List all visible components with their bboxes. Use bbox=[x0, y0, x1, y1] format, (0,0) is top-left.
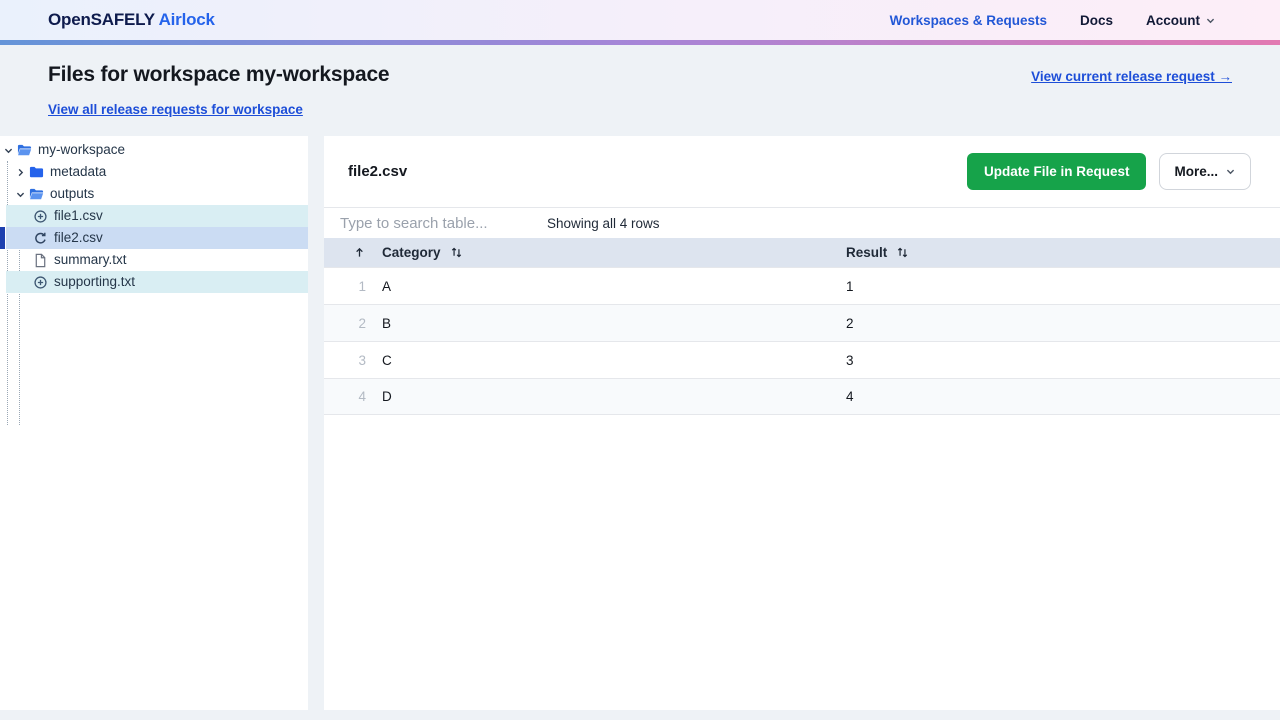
navbar: OpenSAFELY Airlock Workspaces & Requests… bbox=[0, 0, 1280, 40]
row-index: 4 bbox=[324, 389, 374, 404]
chevron-right-icon bbox=[15, 167, 26, 178]
tree-item-label: supporting.txt bbox=[54, 271, 135, 293]
folder-icon bbox=[29, 165, 44, 180]
tree-item-label: summary.txt bbox=[54, 249, 127, 271]
tree-item-file1-csv[interactable]: file1.csv bbox=[6, 205, 308, 227]
page-header: Files for workspace my-workspace View al… bbox=[0, 45, 1280, 136]
brand-accent: Airlock bbox=[159, 10, 215, 29]
folder-open-icon bbox=[29, 187, 44, 202]
navbar-links: Workspaces & Requests Docs Account bbox=[890, 13, 1216, 28]
tree-item-label: outputs bbox=[50, 183, 94, 205]
chevron-down-icon bbox=[1205, 15, 1216, 26]
cell-category: D bbox=[374, 389, 840, 404]
row-count-status: Showing all 4 rows bbox=[547, 216, 660, 231]
tree-item-outputs[interactable]: outputs bbox=[0, 183, 308, 205]
tree-item-summary-txt[interactable]: summary.txt bbox=[0, 249, 308, 271]
cell-category: A bbox=[374, 279, 840, 294]
tree-item-label: my-workspace bbox=[38, 139, 125, 161]
column-header-category: Category bbox=[374, 245, 840, 260]
sort-by-category[interactable]: Category bbox=[382, 245, 463, 260]
tree-item-label: file1.csv bbox=[54, 205, 103, 227]
sort-both-icon bbox=[450, 246, 463, 259]
column-header-index[interactable] bbox=[324, 246, 374, 259]
file-actions: Update File in Request More... bbox=[967, 153, 1251, 190]
file-panel-header: file2.csv Update File in Request More... bbox=[324, 136, 1280, 207]
app-logo[interactable]: OpenSAFELY Airlock bbox=[48, 10, 215, 30]
nav-account-label: Account bbox=[1146, 13, 1200, 28]
more-menu-label: More... bbox=[1174, 164, 1218, 179]
view-current-release-request-link[interactable]: View current release request → bbox=[1031, 69, 1232, 84]
tree-item-file2-csv[interactable]: file2.csv bbox=[6, 227, 308, 249]
row-index: 2 bbox=[324, 316, 374, 331]
refresh-icon bbox=[33, 231, 48, 246]
row-index: 1 bbox=[324, 279, 374, 294]
cell-result: 3 bbox=[840, 353, 1280, 368]
cell-result: 4 bbox=[840, 389, 1280, 404]
sort-both-icon bbox=[896, 246, 909, 259]
table-search-input[interactable] bbox=[340, 215, 531, 232]
more-menu-button[interactable]: More... bbox=[1159, 153, 1251, 190]
chevron-down-icon bbox=[1225, 166, 1236, 177]
table-row: 4 D 4 bbox=[324, 378, 1280, 415]
file-tree-panel: my-workspace metadata outputs bbox=[0, 136, 308, 710]
document-icon bbox=[33, 253, 48, 268]
sort-by-result[interactable]: Result bbox=[846, 245, 909, 260]
brand-primary: OpenSAFELY bbox=[48, 10, 155, 29]
tree-item-metadata[interactable]: metadata bbox=[0, 161, 308, 183]
circle-plus-icon bbox=[33, 209, 48, 224]
update-file-button[interactable]: Update File in Request bbox=[967, 153, 1147, 190]
cell-category: B bbox=[374, 316, 840, 331]
table-toolbar: Showing all 4 rows bbox=[324, 208, 1280, 238]
column-header-result: Result bbox=[840, 245, 1280, 260]
tree-item-supporting-txt[interactable]: supporting.txt bbox=[6, 271, 308, 293]
nav-account-menu[interactable]: Account bbox=[1146, 13, 1216, 28]
table-row: 3 C 3 bbox=[324, 341, 1280, 378]
table-header-row: Category Result bbox=[324, 238, 1280, 267]
sort-ascending-icon bbox=[353, 246, 366, 259]
folder-open-icon bbox=[17, 143, 32, 158]
file-tree: my-workspace metadata outputs bbox=[0, 136, 308, 293]
table-row: 2 B 2 bbox=[324, 304, 1280, 341]
cell-result: 2 bbox=[840, 316, 1280, 331]
chevron-down-icon bbox=[15, 189, 26, 200]
circle-plus-icon bbox=[33, 275, 48, 290]
file-title: file2.csv bbox=[348, 163, 407, 180]
content-area: my-workspace metadata outputs bbox=[0, 136, 1280, 710]
tree-item-label: file2.csv bbox=[54, 227, 103, 249]
chevron-down-icon bbox=[3, 145, 14, 156]
column-header-label: Result bbox=[846, 245, 887, 260]
tree-item-label: metadata bbox=[50, 161, 106, 183]
table-row: 1 A 1 bbox=[324, 267, 1280, 304]
cell-result: 1 bbox=[840, 279, 1280, 294]
column-header-label: Category bbox=[382, 245, 441, 260]
file-content-panel: file2.csv Update File in Request More...… bbox=[324, 136, 1280, 710]
nav-docs[interactable]: Docs bbox=[1080, 13, 1113, 28]
nav-workspaces-requests[interactable]: Workspaces & Requests bbox=[890, 13, 1047, 28]
cell-category: C bbox=[374, 353, 840, 368]
row-index: 3 bbox=[324, 353, 374, 368]
view-all-release-requests-link[interactable]: View all release requests for workspace bbox=[48, 102, 303, 117]
tree-item-my-workspace[interactable]: my-workspace bbox=[0, 139, 308, 161]
